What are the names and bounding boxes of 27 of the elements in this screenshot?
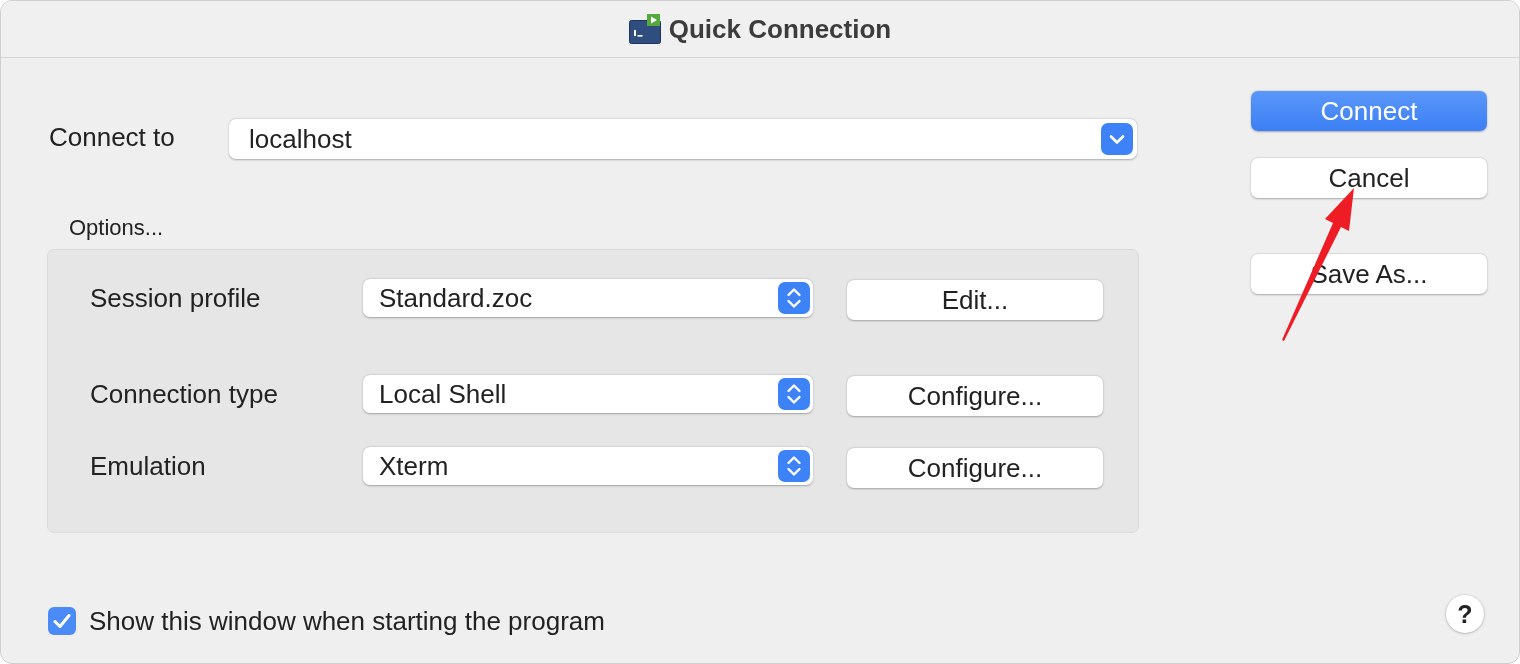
chevron-down-icon[interactable] (1101, 123, 1133, 155)
popup-value: Standard.zoc (379, 281, 533, 315)
checkbox-label: Show this window when starting the program (89, 604, 605, 638)
window-title: Quick Connection (668, 12, 892, 46)
popup-value: Xterm (379, 449, 449, 483)
options-label: Options... (69, 216, 164, 240)
help-button[interactable]: ? (1446, 595, 1484, 633)
checkbox[interactable] (48, 607, 76, 635)
option-label: Emulation (90, 449, 207, 483)
connect-to-label: Connect to (48, 120, 176, 154)
terminal-app-icon (628, 14, 661, 44)
popup-button[interactable]: Local Shell (363, 375, 813, 413)
checkmark-icon (53, 613, 71, 629)
option-label: Connection type (90, 377, 279, 411)
host-combo-box[interactable]: localhost (229, 119, 1137, 159)
option-label: Session profile (90, 281, 262, 315)
option-button[interactable]: Configure... (847, 376, 1103, 416)
stepper-arrows-icon[interactable] (778, 282, 810, 314)
popup-button[interactable]: Standard.zoc (363, 279, 813, 317)
host-value: localhost (249, 122, 352, 156)
dialog-button[interactable]: Cancel (1251, 158, 1487, 198)
option-button[interactable]: Configure... (847, 448, 1103, 488)
option-button[interactable]: Edit... (847, 280, 1103, 320)
stepper-arrows-icon[interactable] (778, 378, 810, 410)
stepper-arrows-icon[interactable] (778, 450, 810, 482)
popup-button[interactable]: Xterm (363, 447, 813, 485)
popup-value: Local Shell (379, 377, 507, 411)
